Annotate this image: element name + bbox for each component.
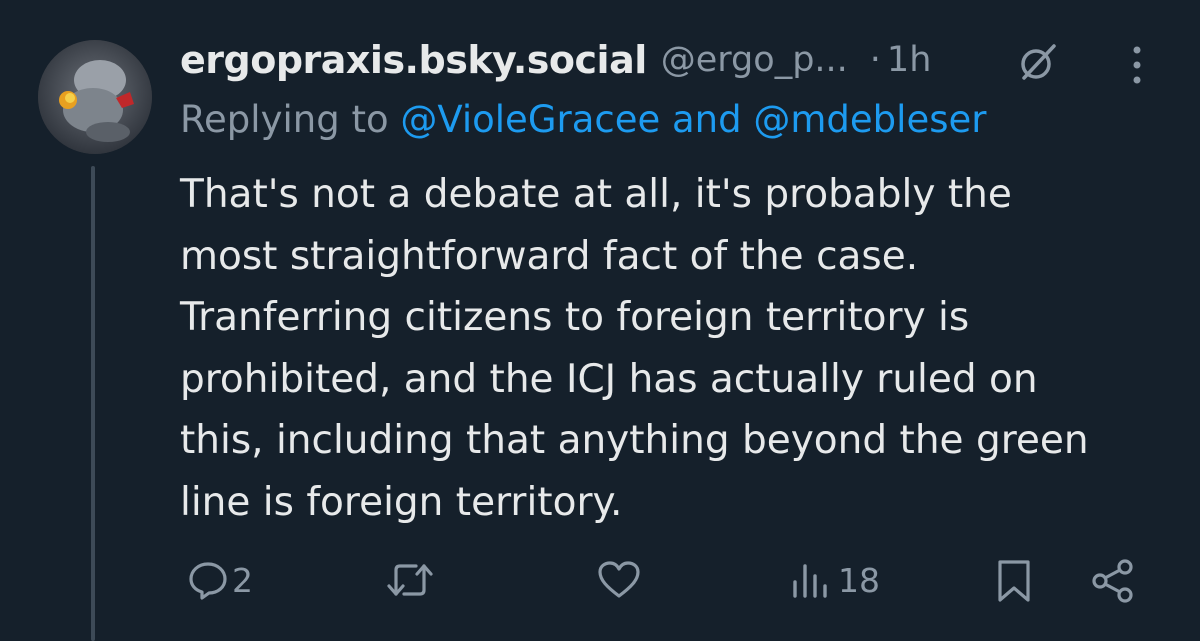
views-button[interactable]: 18 (790, 560, 880, 600)
post-text: That's not a debate at all, it's probabl… (180, 172, 1089, 525)
display-name[interactable]: ergopraxis.bsky.social (180, 38, 647, 82)
replying-to: Replying to @VioleGracee and @mdebleser (180, 98, 986, 141)
user-handle[interactable]: @ergo_p... (661, 40, 848, 80)
share-icon (1092, 559, 1133, 603)
avatar[interactable] (38, 40, 152, 154)
retweet-icon (387, 564, 433, 596)
source-icon[interactable] (1016, 40, 1060, 84)
avatar-image (38, 40, 152, 154)
mention-link[interactable]: @mdebleser (753, 98, 986, 141)
post-time[interactable]: 1h (887, 40, 931, 80)
action-bar: 2 18 (0, 552, 1200, 616)
share-button[interactable] (1090, 558, 1136, 604)
reply-icon (189, 562, 227, 600)
more-icon[interactable] (1126, 44, 1148, 86)
bookmark-button[interactable] (996, 558, 1032, 604)
post-header: ergopraxis.bsky.social @ergo_p... · 1h (180, 36, 931, 84)
reply-button[interactable]: 2 (188, 560, 253, 600)
mention-joiner: and (660, 98, 754, 141)
reply-count: 2 (232, 560, 253, 600)
separator-dot: · (869, 40, 881, 80)
views-count: 18 (838, 560, 880, 600)
like-button[interactable] (597, 560, 641, 600)
bookmark-icon (998, 560, 1030, 602)
mention-link[interactable]: @VioleGracee (400, 98, 660, 141)
like-icon (598, 561, 640, 598)
retweet-button[interactable] (386, 560, 438, 600)
replying-prefix: Replying to (180, 98, 401, 141)
views-icon (793, 564, 827, 598)
